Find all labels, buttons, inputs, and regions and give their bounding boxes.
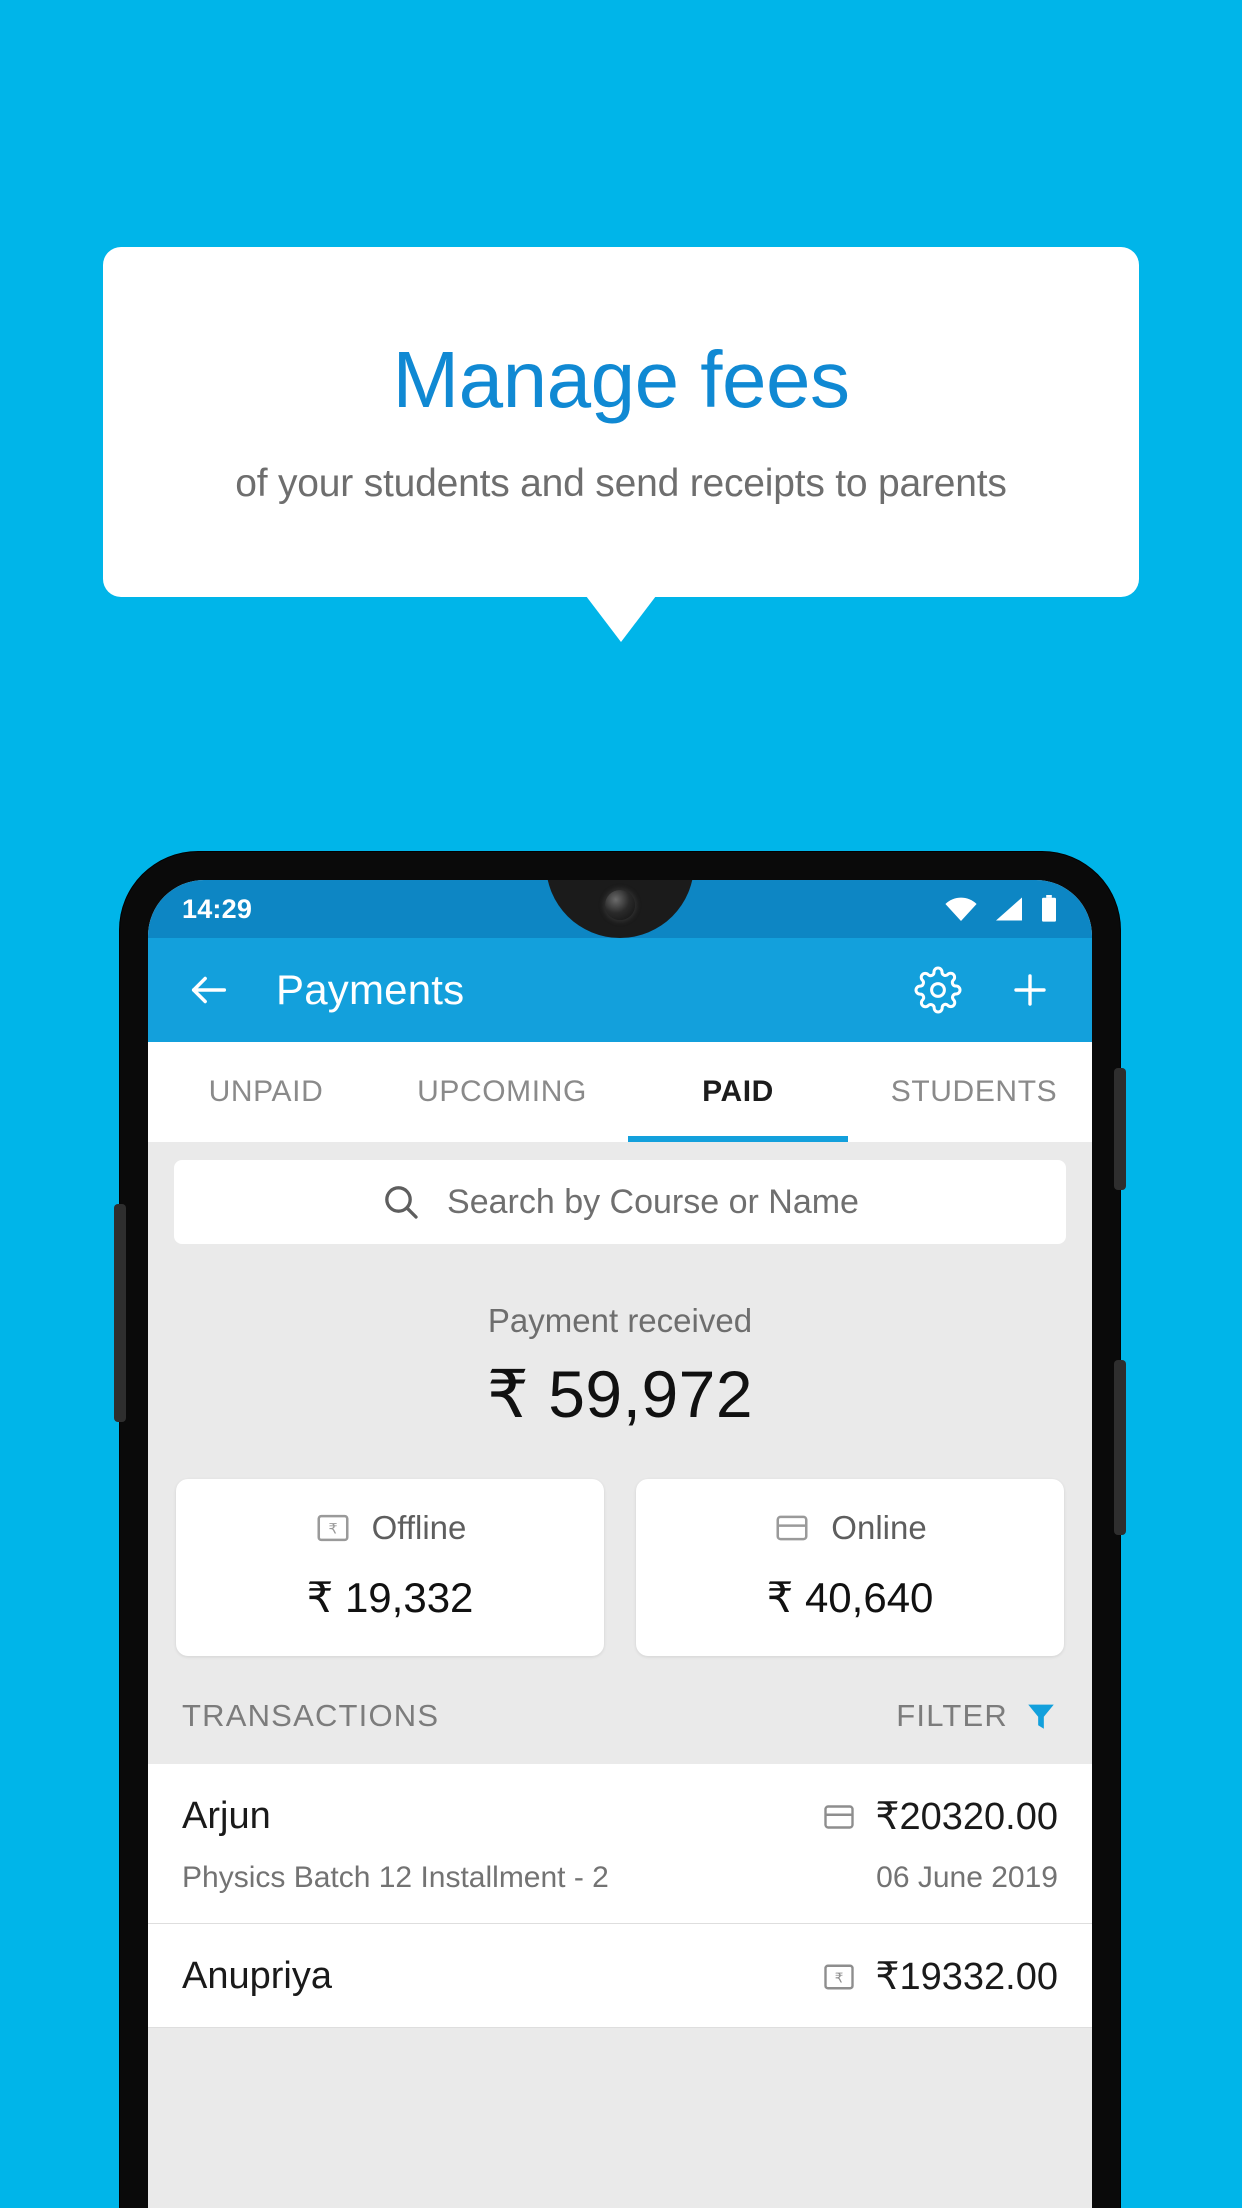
phone-power-button[interactable] [1114, 1068, 1126, 1190]
arrow-left-icon[interactable] [186, 967, 232, 1013]
phone-volume-button[interactable] [1114, 1360, 1126, 1535]
transactions-header: TRANSACTIONS FILTER [148, 1656, 1092, 1764]
app-bar: Payments [148, 938, 1092, 1042]
wifi-icon [944, 896, 978, 922]
status-time: 14:29 [182, 893, 253, 924]
summary-label: Payment received [487, 1302, 753, 1339]
filter-label: FILTER [896, 1698, 1008, 1733]
transaction-name: Arjun [182, 1795, 271, 1837]
tab-upcoming[interactable]: UPCOMING [384, 1042, 620, 1142]
transaction-description: Physics Batch 12 Installment - 2 [182, 1861, 609, 1894]
offline-amount: ₹ 19,332 [306, 1574, 474, 1621]
transactions-list: Arjun ₹20320.00 Physics Batch 12 Install… [148, 1764, 1092, 2028]
status-icons [944, 895, 1058, 923]
payment-method-cards: ₹ Offline ₹ 19,332 Online ₹ 40,640 [148, 1433, 1092, 1656]
transaction-amount: ₹19332.00 [875, 1956, 1058, 1998]
promo-callout-tail [586, 596, 656, 642]
search-section: Search by Course or Name [148, 1142, 1092, 1244]
credit-card-icon [773, 1509, 811, 1547]
table-row[interactable]: Arjun ₹20320.00 Physics Batch 12 Install… [148, 1764, 1092, 1924]
status-bar: 14:29 [148, 880, 1092, 938]
offline-payment-card[interactable]: ₹ Offline ₹ 19,332 [176, 1479, 604, 1656]
page-title: Payments [276, 966, 465, 1013]
filter-button[interactable]: FILTER [896, 1698, 1058, 1734]
front-camera-icon [605, 890, 635, 920]
gear-icon[interactable] [914, 966, 962, 1014]
table-row[interactable]: Anupriya ₹ ₹19332.00 [148, 1924, 1092, 2028]
online-amount: ₹ 40,640 [766, 1574, 934, 1621]
svg-text:₹: ₹ [835, 1970, 844, 1986]
funnel-icon [1024, 1699, 1058, 1733]
promo-title: Manage fees [392, 335, 850, 424]
signal-icon [994, 896, 1024, 922]
transaction-name: Anupriya [182, 1955, 332, 1997]
rupee-note-icon: ₹ [314, 1509, 352, 1547]
battery-icon [1040, 895, 1058, 923]
transactions-title: TRANSACTIONS [182, 1698, 440, 1733]
tab-students[interactable]: STUDENTS [856, 1042, 1092, 1142]
plus-icon[interactable] [1006, 966, 1054, 1014]
tab-paid[interactable]: PAID [620, 1042, 856, 1142]
online-label: Online [831, 1509, 927, 1546]
svg-text:₹: ₹ [328, 1522, 337, 1538]
phone-left-button[interactable] [114, 1204, 126, 1422]
promo-subtitle: of your students and send receipts to pa… [235, 462, 1007, 505]
online-payment-card[interactable]: Online ₹ 40,640 [636, 1479, 1064, 1656]
payment-summary: Payment received ₹ 59,972 [148, 1244, 1092, 1433]
search-icon [381, 1182, 421, 1222]
summary-amount: ₹ 59,972 [486, 1357, 754, 1431]
rupee-note-icon: ₹ [821, 1959, 857, 1995]
tab-unpaid[interactable]: UNPAID [148, 1042, 384, 1142]
camera-notch [520, 880, 720, 938]
search-input[interactable]: Search by Course or Name [174, 1160, 1066, 1244]
phone-device-frame: 14:29 Payments UNPAID UPCOMING PAID STUD… [114, 852, 1126, 2208]
transaction-amount: ₹20320.00 [875, 1796, 1058, 1838]
offline-label: Offline [371, 1509, 467, 1546]
phone-screen: 14:29 Payments UNPAID UPCOMING PAID STUD… [148, 880, 1092, 2208]
promo-callout-card: Manage fees of your students and send re… [103, 247, 1139, 597]
credit-card-icon [821, 1799, 857, 1835]
tab-bar: UNPAID UPCOMING PAID STUDENTS [148, 1042, 1092, 1142]
search-placeholder: Search by Course or Name [447, 1182, 859, 1221]
transaction-date: 06 June 2019 [876, 1861, 1058, 1894]
phone-bezel: 14:29 Payments UNPAID UPCOMING PAID STUD… [148, 880, 1092, 2208]
